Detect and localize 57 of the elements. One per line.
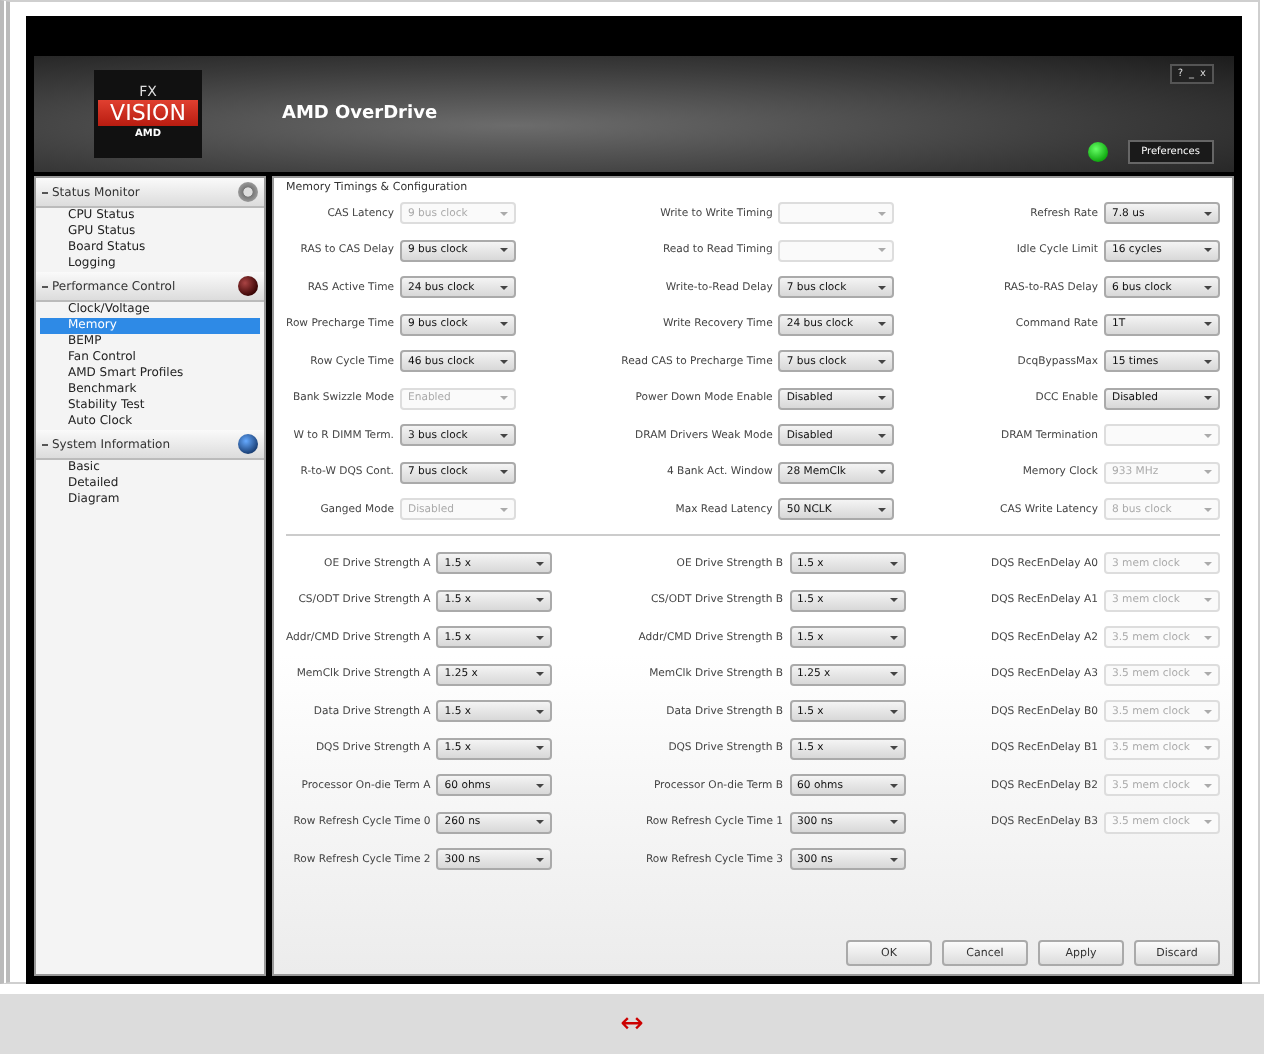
dropdown-arrow-icon <box>500 396 508 400</box>
dropdown-arrow-icon <box>889 820 898 824</box>
sphere-icon <box>238 276 258 296</box>
dropdown-arrow-icon <box>1203 561 1212 565</box>
dropdown-arrow-icon <box>536 783 545 787</box>
info-icon <box>238 434 258 454</box>
dropdown-arrow-icon <box>1203 746 1212 750</box>
dropdown-arrow-icon <box>1203 635 1212 639</box>
dropdown-arrow-icon <box>889 635 898 639</box>
dropdown-arrow-icon <box>878 433 887 437</box>
dropdown-arrow-icon <box>1203 359 1212 363</box>
dropdown-arrow-icon <box>1203 322 1212 326</box>
dropdown-arrow-icon <box>1203 672 1212 676</box>
app-title: AMD OverDrive <box>282 104 440 124</box>
dropdown-arrow-icon <box>500 322 508 326</box>
dropdown-arrow-icon <box>536 709 545 713</box>
dropdown-arrow-icon <box>1203 248 1212 252</box>
dropdown-arrow-icon <box>889 783 898 787</box>
dropdown-arrow-icon <box>500 470 508 474</box>
dropdown-arrow-icon <box>1203 396 1212 400</box>
dropdown-arrow-icon <box>878 248 887 252</box>
dropdown-arrow-icon <box>1203 598 1212 602</box>
dropdown-arrow-icon <box>878 396 887 400</box>
dropdown-arrow-icon <box>500 507 508 511</box>
dropdown-arrow-icon <box>500 359 508 363</box>
dropdown-arrow-icon <box>1203 211 1212 215</box>
dropdown-arrow-icon <box>1203 285 1212 289</box>
dropdown-arrow-icon <box>1203 470 1212 474</box>
dropdown-arrow-icon <box>536 672 545 676</box>
dropdown-arrow-icon <box>878 359 887 363</box>
dropdown-arrow-icon <box>500 211 508 215</box>
dropdown-arrow-icon <box>889 709 898 713</box>
dropdown-arrow-icon <box>536 635 545 639</box>
dropdown-arrow-icon <box>500 433 508 437</box>
dropdown-arrow-icon <box>500 248 508 252</box>
dropdown-arrow-icon <box>536 857 545 861</box>
dropdown-arrow-icon <box>536 561 545 565</box>
dropdown-arrow-icon <box>878 507 887 511</box>
dropdown-arrow-icon <box>878 285 887 289</box>
dropdown-arrow-icon <box>889 561 898 565</box>
dropdown-arrow-icon <box>1203 507 1212 511</box>
dropdown-arrow-icon <box>536 598 545 602</box>
dropdown-arrow-icon <box>1203 433 1212 437</box>
dropdown-arrow-icon <box>878 211 887 215</box>
dropdown-arrow-icon <box>500 285 508 289</box>
dropdown-arrow-icon <box>536 746 545 750</box>
dropdown-arrow-icon <box>889 598 898 602</box>
dropdown-arrow-icon <box>889 746 898 750</box>
dropdown-arrow-icon <box>1203 820 1212 824</box>
dropdown-arrow-icon <box>889 857 898 861</box>
dropdown-arrow-icon <box>1203 709 1212 713</box>
dropdown-arrow-icon <box>878 470 887 474</box>
dropdown-arrow-icon <box>536 820 545 824</box>
dropdown-arrow-icon <box>1203 783 1212 787</box>
dropdown-arrow-icon <box>889 672 898 676</box>
resize-symbol: ↔ <box>620 1008 644 1040</box>
dropdown-arrow-icon <box>878 322 887 326</box>
